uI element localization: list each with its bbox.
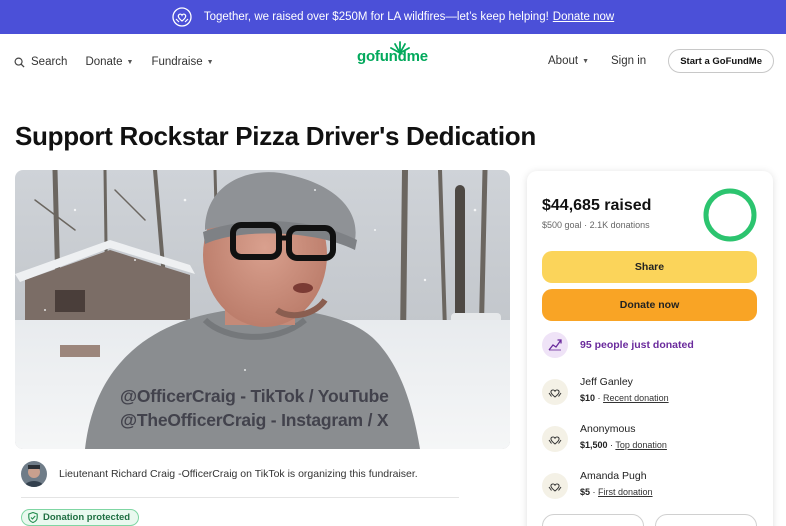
banner-donate-link[interactable]: Donate now <box>553 11 614 23</box>
amount-raised: $44,685 raised <box>542 197 652 214</box>
see-top-button[interactable] <box>655 514 757 526</box>
donor-item: Jeff Ganley $10 · Recent donation <box>542 376 669 405</box>
nav-search[interactable]: Search <box>14 56 67 68</box>
organizer-row: Lieutenant Richard Craig -OfficerCraig o… <box>21 461 459 487</box>
nav-donate-label: Donate <box>85 56 123 68</box>
donor-amount: $10 <box>580 393 596 403</box>
trending-up-icon <box>542 332 568 358</box>
nav-signin-label: Sign in <box>611 55 647 67</box>
donor-tag-link[interactable]: Top donation <box>615 440 667 450</box>
donation-card: $44,685 raised $500 goal · 2.1K donation… <box>527 171 773 526</box>
donate-now-button[interactable]: Donate now <box>542 289 757 321</box>
see-all-button[interactable] <box>542 514 644 526</box>
campaign-photo <box>15 170 510 449</box>
donor-heart-icon <box>542 473 568 499</box>
donor-item: Amanda Pugh $5 · First donation <box>542 470 653 499</box>
donor-meta: $1,500 · Top donation <box>580 440 667 450</box>
nav-fundraise[interactable]: Fundraise ▼ <box>151 56 213 68</box>
recent-activity-text: 95 people just donated <box>580 339 694 351</box>
organizer-text: Lieutenant Richard Craig -OfficerCraig o… <box>59 468 418 480</box>
donor-heart-icon <box>542 426 568 452</box>
top-nav: Search Donate ▼ Fundraise ▼ gofundme Abo… <box>0 34 786 90</box>
nav-about-label: About <box>548 55 579 67</box>
chevron-down-icon: ▼ <box>126 58 134 66</box>
donor-name: Anonymous <box>580 423 636 435</box>
share-button[interactable]: Share <box>542 251 757 283</box>
donor-meta: $5 · First donation <box>580 487 653 497</box>
banner-text: Together, we raised over $250M for LA wi… <box>203 11 549 23</box>
campaign-media[interactable]: @OfficerCraig - TikTok / YouTube @TheOff… <box>15 170 510 449</box>
donor-name: Amanda Pugh <box>580 470 647 482</box>
campaign-title: Support Rockstar Pizza Driver's Dedicati… <box>15 121 536 151</box>
donor-amount: $5 <box>580 487 591 497</box>
donor-tag-link[interactable]: Recent donation <box>603 393 669 403</box>
recent-activity: 95 people just donated <box>542 332 694 358</box>
donation-protected-label: Donation protected <box>43 512 131 523</box>
chevron-down-icon: ▼ <box>206 58 214 66</box>
shield-check-icon <box>28 512 38 523</box>
nav-fundraise-label: Fundraise <box>151 56 203 68</box>
progress-ring-fill <box>703 188 757 242</box>
nav-signin[interactable]: Sign in <box>611 55 646 67</box>
chevron-down-icon: ▼ <box>582 57 590 65</box>
nav-about[interactable]: About ▼ <box>548 55 589 67</box>
nav-search-label: Search <box>31 56 68 68</box>
search-icon <box>14 57 25 68</box>
donor-item: Anonymous $1,500 · Top donation <box>542 423 667 452</box>
heart-hands-icon <box>172 7 192 27</box>
overlay-handle-line1: @OfficerCraig - TikTok / YouTube <box>120 386 389 406</box>
donor-heart-icon <box>542 379 568 405</box>
card-secondary-buttons <box>542 514 768 526</box>
nav-donate[interactable]: Donate ▼ <box>85 56 133 68</box>
donor-name: Jeff Ganley <box>580 376 633 388</box>
donor-tag-link[interactable]: First donation <box>598 487 653 497</box>
announcement-banner: Together, we raised over $250M for LA wi… <box>0 0 786 34</box>
donor-meta: $10 · Recent donation <box>580 393 669 403</box>
donation-protected-badge[interactable]: Donation protected <box>21 509 140 526</box>
progress-ring <box>703 188 757 242</box>
logo-sprout-icon <box>390 41 410 54</box>
overlay-handle-line2: @TheOfficerCraig - Instagram / X <box>120 410 389 430</box>
divider <box>21 497 459 498</box>
donor-amount: $1,500 <box>580 440 608 450</box>
nav-right: About ▼ Sign in Start a GoFundMe <box>548 49 774 73</box>
goal-amount: $500 goal <box>542 220 582 230</box>
goal-summary: $500 goal · 2.1K donations <box>542 220 650 230</box>
donation-count: 2.1K donations <box>589 220 650 230</box>
avatar[interactable] <box>21 461 47 487</box>
gofundme-logo[interactable]: gofundme <box>357 41 428 65</box>
start-gofundme-button[interactable]: Start a GoFundMe <box>668 49 774 73</box>
